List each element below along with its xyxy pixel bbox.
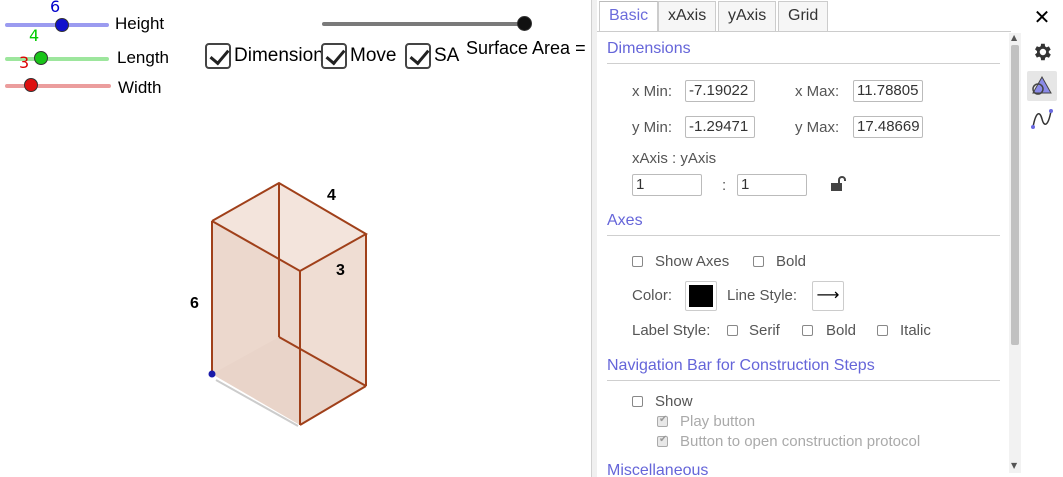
prism-move-point	[208, 370, 216, 378]
show-nav-label: Show	[655, 393, 693, 410]
tab-grid[interactable]: Grid	[778, 1, 829, 31]
rectangular-prism[interactable]: 6 4 3	[0, 0, 591, 477]
scroll-thumb[interactable]	[1011, 45, 1019, 345]
unlock-icon[interactable]	[830, 176, 846, 192]
color-swatch-fill	[689, 285, 713, 307]
ratio-separator: :	[722, 177, 727, 194]
label-style-label: Label Style:	[632, 322, 711, 339]
tab-yaxis[interactable]: yAxis	[718, 1, 777, 31]
x-max-field[interactable]: 11.78805	[853, 80, 923, 102]
x-max-label: x Max:	[795, 83, 840, 100]
bold-label-label: Bold	[826, 322, 857, 339]
serif-label: Serif	[749, 322, 780, 339]
protocol-button-label: Button to open construction protocol	[680, 433, 921, 450]
x-min-field[interactable]: -7.19022	[685, 80, 755, 102]
y-max-field[interactable]: 17.48669	[853, 116, 923, 138]
prism-height-label: 6	[190, 295, 199, 312]
graphics-settings-icon[interactable]	[1027, 71, 1057, 101]
ratio-x-field[interactable]: 1	[632, 174, 702, 196]
bold-axes-label: Bold	[776, 253, 807, 270]
tab-xaxis[interactable]: xAxis	[658, 1, 717, 31]
italic-label: Italic	[900, 322, 931, 339]
y-min-field[interactable]: -1.29471	[685, 116, 755, 138]
y-max-label: y Max:	[795, 119, 840, 136]
close-icon[interactable]: ✕	[1027, 2, 1057, 32]
graphics-view[interactable]: 6 Height 4 Length 3 Width Dimension Move…	[0, 0, 591, 477]
bold-label-checkbox[interactable]	[802, 325, 813, 336]
tab-basic[interactable]: Basic	[599, 1, 659, 31]
prism-length-label: 4	[327, 187, 336, 204]
y-min-label: y Min:	[632, 119, 673, 136]
axes-section-title: Axes	[607, 212, 643, 229]
line-style-button[interactable]: ⟶	[812, 281, 844, 311]
show-axes-label: Show Axes	[655, 253, 730, 270]
misc-section-title: Miscellaneous	[607, 462, 709, 477]
prism-width-label: 3	[336, 262, 345, 279]
dimensions-section-rule	[607, 63, 1000, 64]
italic-checkbox[interactable]	[877, 325, 888, 336]
panel-scrollbar[interactable]: ▲ ▼	[1009, 33, 1021, 473]
color-label: Color:	[632, 287, 673, 304]
ratio-y-field[interactable]: 1	[737, 174, 807, 196]
properties-panel: Basic xAxis yAxis Grid Dimensions x Min:…	[597, 0, 1063, 477]
play-button-checkbox	[657, 414, 668, 427]
color-picker-button[interactable]	[685, 281, 717, 311]
dimensions-section-title: Dimensions	[607, 40, 691, 57]
scroll-down-arrow[interactable]: ▼	[1011, 461, 1017, 470]
scroll-up-arrow[interactable]: ▲	[1011, 33, 1017, 42]
x-min-label: x Min:	[632, 83, 673, 100]
serif-checkbox[interactable]	[727, 325, 738, 336]
navigation-section-rule	[607, 380, 1000, 381]
show-nav-checkbox[interactable]	[632, 396, 643, 407]
tab-divider	[597, 31, 1011, 32]
show-axes-checkbox[interactable]	[632, 256, 643, 267]
axes-section-rule	[607, 235, 1000, 236]
navigation-section-title: Navigation Bar for Construction Steps	[607, 357, 875, 374]
bold-axes-checkbox[interactable]	[753, 256, 764, 267]
play-button-label: Play button	[680, 413, 756, 430]
axis-ratio-label: xAxis : yAxis	[632, 150, 717, 167]
function-graph-icon[interactable]	[1027, 104, 1057, 134]
protocol-button-checkbox	[657, 434, 668, 447]
line-style-label: Line Style:	[727, 287, 798, 304]
panel-side-bar: ✕	[1021, 0, 1063, 477]
gear-icon[interactable]	[1027, 37, 1057, 67]
